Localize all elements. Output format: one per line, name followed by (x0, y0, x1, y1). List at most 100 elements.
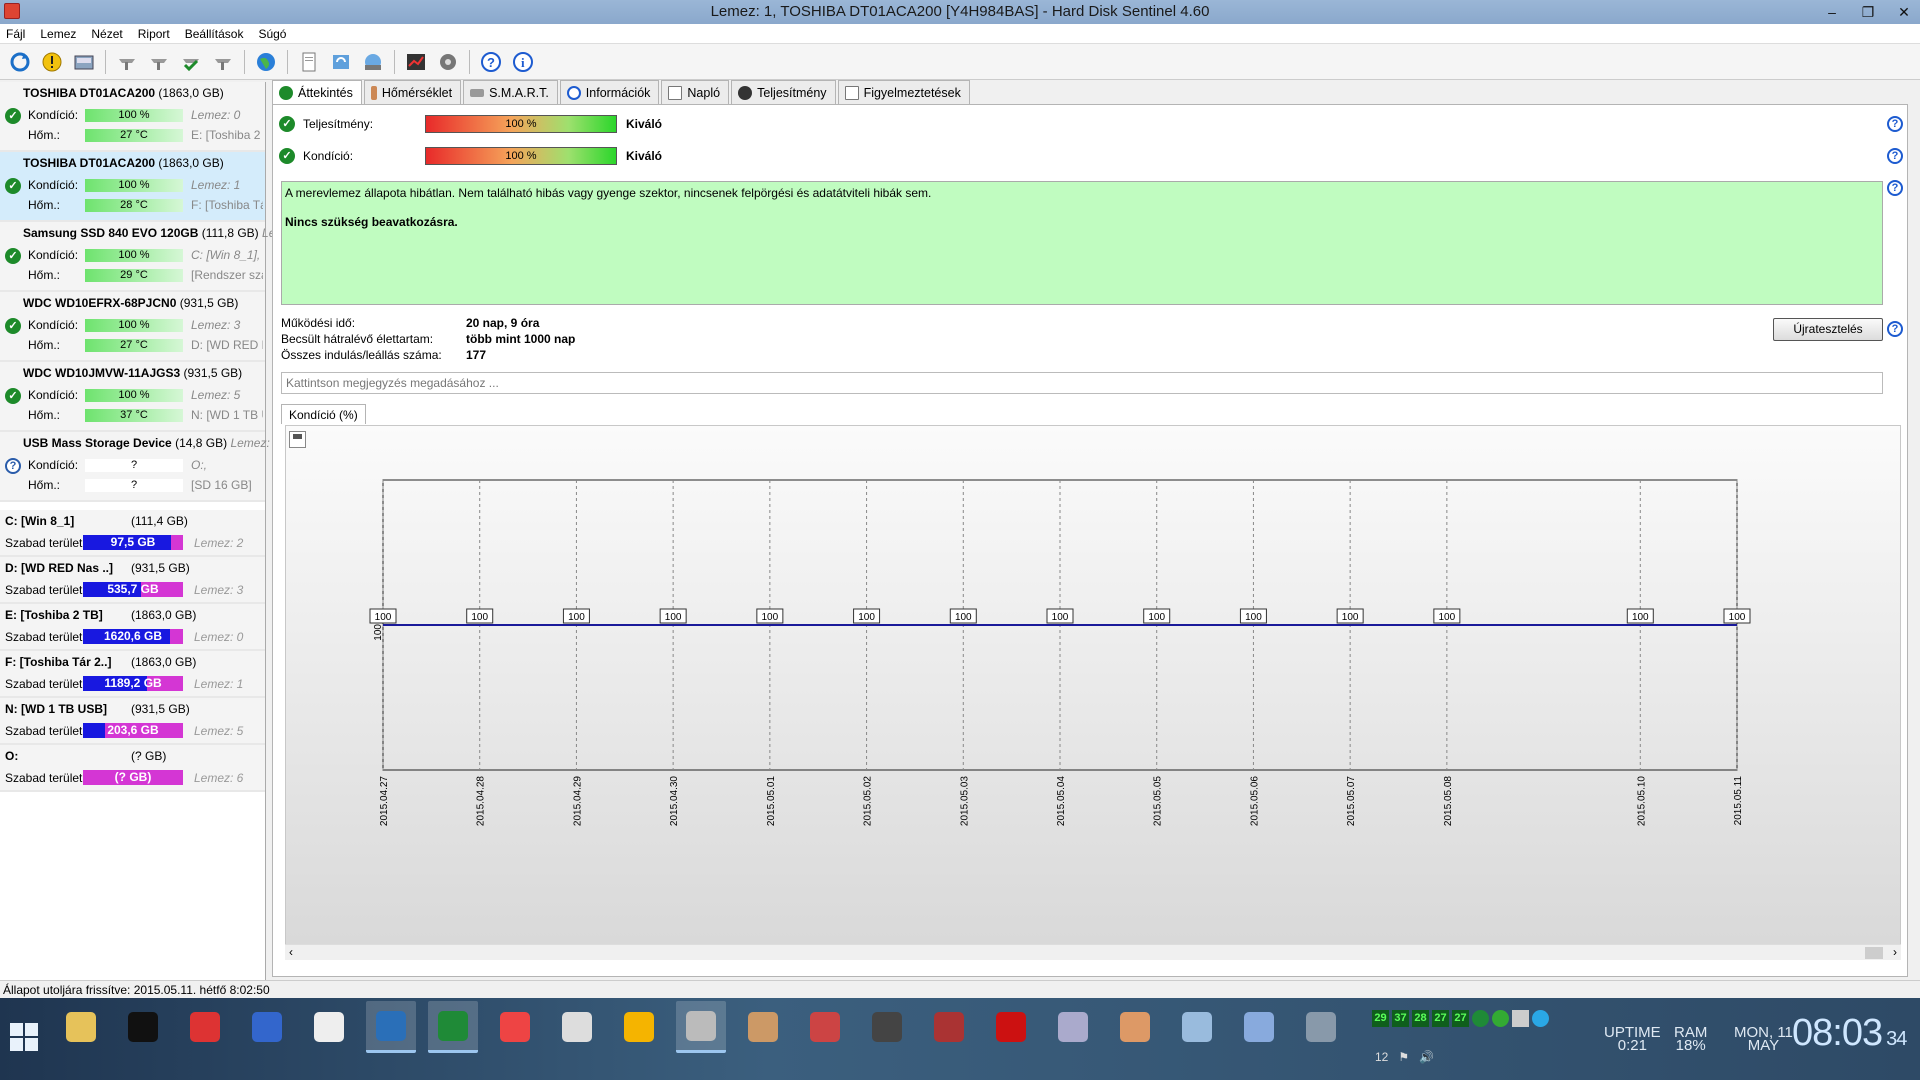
chart-data-label: 100 (858, 612, 875, 623)
aida64-icon[interactable] (986, 1001, 1036, 1053)
warning-icon[interactable] (614, 1001, 664, 1053)
disk-name: TOSHIBA DT01ACA200 (1863,0 GB) (23, 156, 224, 170)
tray-temp[interactable]: 28 (1412, 1010, 1429, 1027)
help-icon[interactable]: ? (1887, 148, 1903, 164)
help-icon[interactable]: ? (1887, 116, 1903, 132)
tab-temperature[interactable]: Hőmérséklet (363, 80, 462, 104)
volume-item[interactable]: E: [Toshiba 2 TB] (1863,0 GB) Szabad terül… (0, 604, 265, 651)
ccleaner-icon[interactable] (490, 1001, 540, 1053)
help-icon[interactable]: ? (478, 49, 504, 75)
wrench-icon[interactable] (1296, 1001, 1346, 1053)
utorrent-icon[interactable] (428, 1001, 478, 1053)
tray-utorrent-icon[interactable] (1472, 1010, 1489, 1027)
tools-icon[interactable] (1048, 1001, 1098, 1053)
globe-icon[interactable] (253, 49, 279, 75)
disk-item[interactable]: USB Mass Storage Device (14,8 GB) Lemez:… (0, 432, 270, 502)
scroll-left-icon[interactable]: ‹ (289, 945, 293, 959)
tab-performance[interactable]: Teljesítmény (731, 80, 836, 104)
tab-information[interactable]: Információk (559, 80, 660, 104)
volume-item[interactable]: O: (? GB) Szabad terület (? GB) Lemez: 6 (0, 745, 265, 792)
disc-icon[interactable] (738, 1001, 788, 1053)
volume-item[interactable]: F: [Toshiba Tár 2..] (1863,0 GB) Szabad te… (0, 651, 265, 698)
winrar-icon[interactable] (924, 1001, 974, 1053)
disk-item[interactable]: TOSHIBA DT01ACA200 (1863,0 GB) ✓ Kondíció:… (0, 152, 265, 222)
note-input[interactable]: Kattintson megjegyzés megadásához ... (281, 372, 1883, 394)
menu-settings[interactable]: Beállítások (179, 24, 253, 44)
horizontal-scrollbar[interactable]: ‹ › (285, 944, 1901, 960)
hds-icon[interactable] (676, 1001, 726, 1053)
scroll-right-icon[interactable]: › (1893, 945, 1897, 959)
tray-network-icon[interactable] (1492, 1010, 1509, 1027)
volume-name: F: [Toshiba Tár 2..] (5, 655, 112, 669)
disk-item[interactable]: WDC WD10EFRX-68PJCN0 (931,5 GB) ✓ Kondíció… (0, 292, 265, 362)
chip-icon[interactable] (862, 1001, 912, 1053)
wrench-icon[interactable] (210, 49, 236, 75)
start-button[interactable] (10, 1023, 38, 1051)
tray-temp[interactable]: 29 (1372, 1010, 1389, 1027)
wrench-check-icon[interactable] (178, 49, 204, 75)
monitor-icon[interactable] (1172, 1001, 1222, 1053)
retest-button[interactable]: Újratesztelés (1773, 318, 1883, 341)
menu-help[interactable]: Súgó (252, 24, 295, 44)
disk-item[interactable]: WDC WD10JMVW-11AJGS3 (931,5 GB) ✓ Kondíció… (0, 362, 265, 432)
app-icon[interactable] (4, 3, 20, 19)
tray-usb-icon[interactable] (1512, 1010, 1529, 1027)
wrench-icon[interactable] (114, 49, 140, 75)
volume-item[interactable]: N: [WD 1 TB USB] (931,5 GB) Szabad terület… (0, 698, 265, 745)
menu-file[interactable]: Fájl (0, 24, 34, 44)
tab-overview[interactable]: Áttekintés (272, 80, 362, 105)
tab-alerts[interactable]: Figyelmeztetések (837, 80, 970, 104)
globe-blue-icon[interactable] (366, 1001, 416, 1053)
calendar-icon[interactable] (552, 1001, 602, 1053)
disk-item[interactable]: Samsung SSD 840 EVO 120GB (111,8 GB) Le ✓… (0, 222, 275, 292)
clock[interactable]: 08:03 34 (1792, 1012, 1907, 1055)
maximize-button[interactable]: ❐ (1858, 0, 1878, 24)
hdd-red-icon[interactable] (180, 1001, 230, 1053)
tray-volume-icon[interactable]: 🔊 (1419, 1050, 1434, 1064)
cpu-z-icon[interactable] (800, 1001, 850, 1053)
info-icon[interactable]: i (510, 49, 536, 75)
chart-x-tick: 2015.05.07 (1346, 776, 1357, 826)
disk-item[interactable]: TOSHIBA DT01ACA200 (1863,0 GB) ✓ Kondíció:… (0, 82, 265, 152)
ram-value: 18% (1675, 1037, 1706, 1054)
disk-name: WDC WD10EFRX-68PJCN0 (931,5 GB) (23, 296, 239, 310)
report-icon[interactable] (296, 49, 322, 75)
tray-skype-icon[interactable] (1532, 1010, 1549, 1027)
close-button[interactable]: ✕ (1894, 0, 1914, 24)
volume-name: C: [Win 8_1] (5, 514, 75, 528)
tray-temp[interactable]: 37 (1392, 1010, 1409, 1027)
sync-icon[interactable] (328, 49, 354, 75)
disk-name: USB Mass Storage Device (14,8 GB) Lemez: (23, 436, 270, 450)
uptime-widget: UPTIME 0:21 (1604, 1025, 1661, 1053)
menu-report[interactable]: Riport (132, 24, 179, 44)
alert-icon[interactable] (39, 49, 65, 75)
users-icon[interactable] (1110, 1001, 1160, 1053)
gear-disk-icon[interactable] (435, 49, 461, 75)
chart-icon[interactable] (403, 49, 429, 75)
disk-icon[interactable] (71, 49, 97, 75)
menu-view[interactable]: Nézet (85, 24, 131, 44)
minimize-button[interactable]: – (1822, 0, 1842, 24)
folder-icon[interactable] (56, 1001, 106, 1053)
volume-item[interactable]: C: [Win 8_1] (111,4 GB) Szabad terület 97,5… (0, 510, 265, 557)
help-icon[interactable]: ? (1887, 180, 1903, 196)
menu-disk[interactable]: Lemez (34, 24, 85, 44)
tab-smart[interactable]: S.M.A.R.T. (463, 80, 558, 104)
tray-count[interactable]: 12 (1375, 1050, 1388, 1064)
volume-item[interactable]: D: [WD RED Nas ..] (931,5 GB) Szabad terül… (0, 557, 265, 604)
scroll-thumb[interactable] (1865, 947, 1883, 959)
help-icon[interactable]: ? (1887, 321, 1903, 337)
refresh-icon[interactable] (7, 49, 33, 75)
settings-icon[interactable] (1234, 1001, 1284, 1053)
free-space-label: Szabad terület (5, 536, 83, 550)
file-icon[interactable] (304, 1001, 354, 1053)
tab-log[interactable]: Napló (661, 80, 730, 104)
cmd-icon[interactable] (118, 1001, 168, 1053)
chart-tab-condition[interactable]: Kondíció (%) (281, 404, 366, 424)
tray-temp[interactable]: 27 (1452, 1010, 1469, 1027)
floppy-icon[interactable] (242, 1001, 292, 1053)
tray-temp[interactable]: 27 (1432, 1010, 1449, 1027)
network-icon[interactable] (360, 49, 386, 75)
tray-flag-icon[interactable]: ⚑ (1398, 1050, 1409, 1064)
wrench-icon[interactable] (146, 49, 172, 75)
